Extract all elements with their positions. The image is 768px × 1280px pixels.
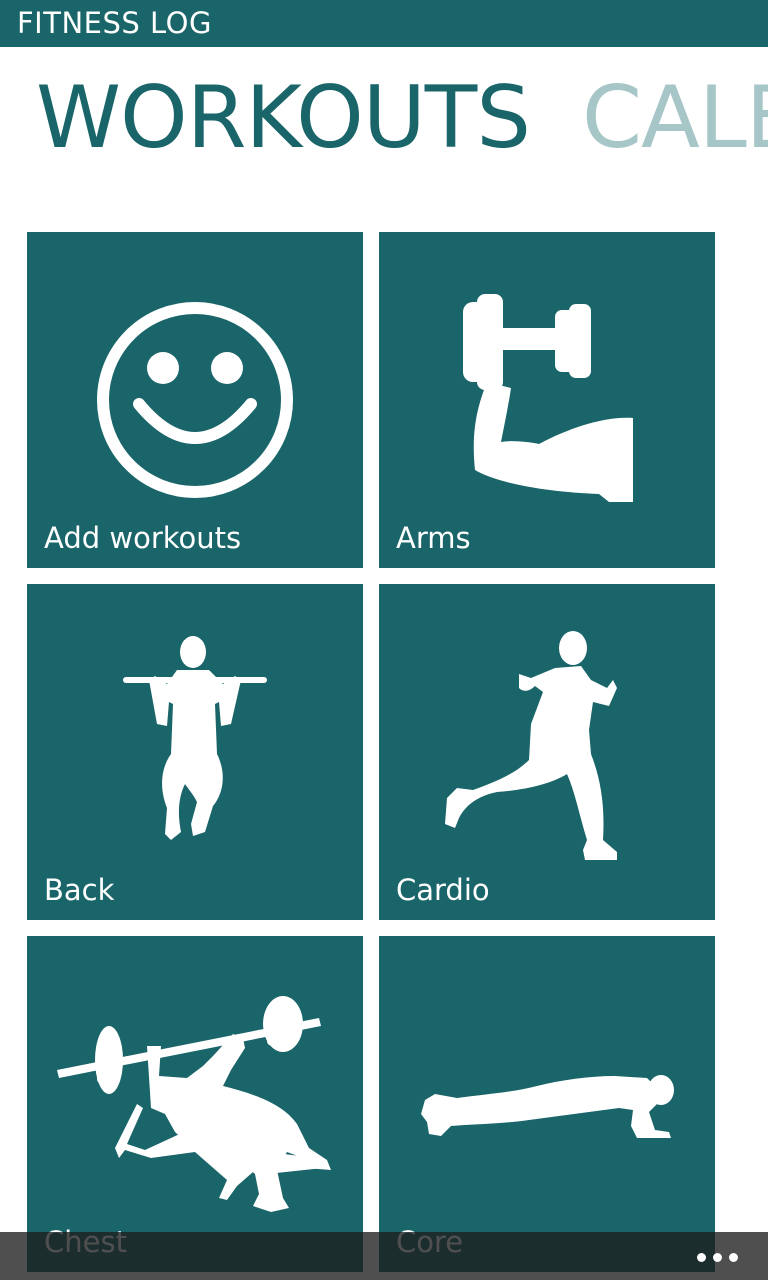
running-man-icon <box>445 631 617 860</box>
smiley-face-icon <box>97 302 293 498</box>
bench-press-icon <box>57 996 331 1212</box>
tile-label: Add workouts <box>44 521 242 555</box>
tile-cardio[interactable]: Cardio <box>379 584 715 920</box>
pull-up-icon <box>123 636 267 840</box>
tile-chest[interactable]: Chest <box>27 936 363 1272</box>
pivot-tab-workouts[interactable]: WORKOUTS <box>36 68 531 168</box>
dumbbell-curl-icon <box>463 294 633 502</box>
title-bar: FITNESS LOG <box>0 0 768 47</box>
pivot-tab-calendar[interactable]: CALENDAR <box>582 68 768 168</box>
tile-core[interactable]: Core <box>379 936 715 1272</box>
ellipsis-icon[interactable] <box>678 1242 738 1272</box>
pivot-header: WORKOUTS CALENDAR <box>0 60 768 170</box>
tile-label: Arms <box>396 521 471 555</box>
tile-label: Cardio <box>396 873 490 907</box>
tile-arms[interactable]: Arms <box>379 232 715 568</box>
tile-add-workouts[interactable]: Add workouts <box>27 232 363 568</box>
tile-back[interactable]: Back <box>27 584 363 920</box>
app-title: FITNESS LOG <box>17 6 212 40</box>
plank-icon <box>421 1075 674 1138</box>
tile-label: Back <box>44 873 115 907</box>
app-bar <box>0 1232 768 1280</box>
